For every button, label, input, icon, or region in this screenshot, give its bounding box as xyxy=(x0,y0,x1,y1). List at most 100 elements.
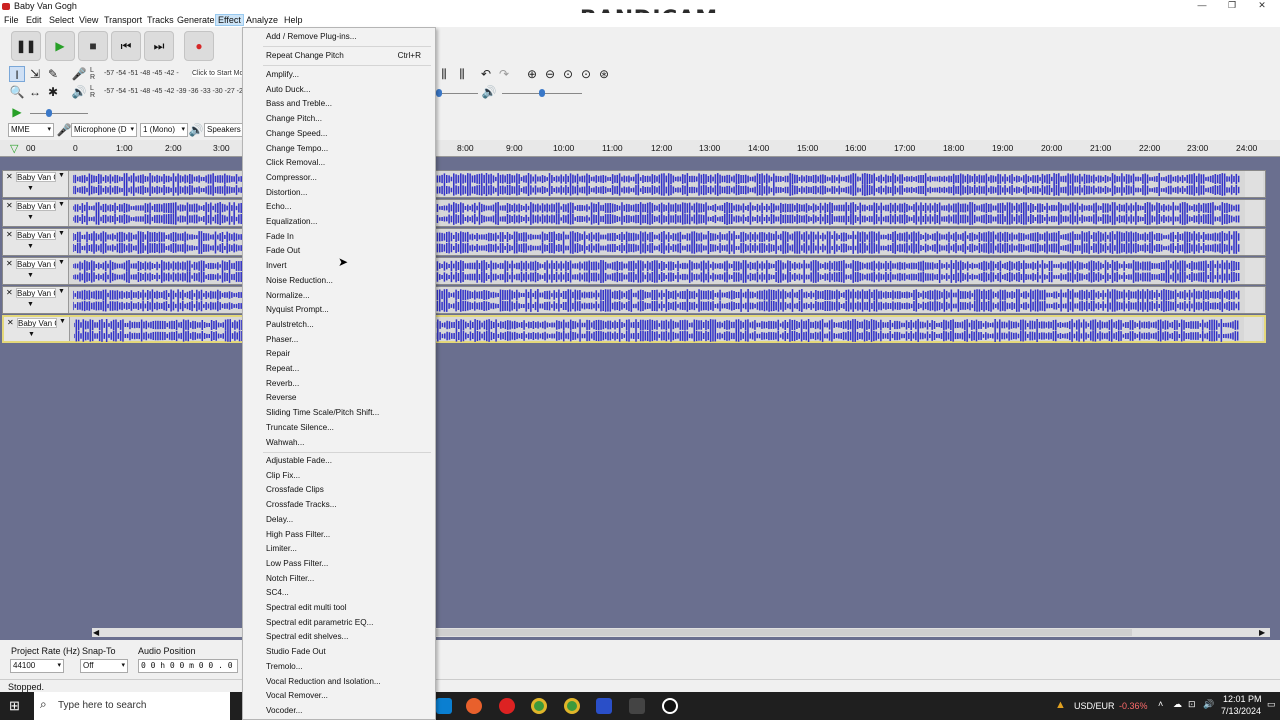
zoom-out-icon[interactable]: ⊖ xyxy=(542,66,558,82)
track-scroll[interactable] xyxy=(1245,171,1263,197)
menu-effect[interactable]: Effect xyxy=(215,14,244,26)
effect-menu-item[interactable]: Crossfade Clips xyxy=(266,485,324,494)
audacity-icon[interactable] xyxy=(596,698,612,714)
record-button[interactable]: ● xyxy=(184,31,214,61)
effect-menu-item[interactable]: Spectral edit multi tool xyxy=(266,603,347,612)
effect-menu-item[interactable]: Vocal Remover... xyxy=(266,691,328,700)
scroll-right-icon[interactable]: ▶ xyxy=(1259,628,1265,637)
effect-menu-item[interactable]: Reverse xyxy=(266,393,297,402)
track-menu-icon[interactable]: ▼ xyxy=(58,201,65,208)
speaker-icon[interactable]: 🔊 xyxy=(71,84,87,100)
audio-track[interactable]: ✕ Baby Van G ▼ ▼ xyxy=(2,228,1266,256)
chrome-icon[interactable] xyxy=(531,698,547,714)
multi-tool-icon[interactable]: ✱ xyxy=(45,84,61,100)
menu-help[interactable]: Help xyxy=(284,15,303,25)
network-icon[interactable]: ⊡ xyxy=(1188,699,1196,710)
zoom-toggle-icon[interactable]: ⊛ xyxy=(596,66,612,82)
play-button[interactable]: ▶ xyxy=(45,31,75,61)
effect-menu-item[interactable]: Bass and Treble... xyxy=(266,99,332,108)
edge-icon[interactable] xyxy=(436,698,452,714)
effect-menu-item[interactable]: Noise Reduction... xyxy=(266,276,333,285)
effect-menu-item[interactable]: Wahwah... xyxy=(266,438,304,447)
taskbar-search[interactable]: ⌕ Type here to search xyxy=(34,692,230,720)
play-speed-slider[interactable] xyxy=(30,113,88,114)
effect-menu-item[interactable]: Phaser... xyxy=(266,335,298,344)
timeshift-tool-icon[interactable]: ↔ xyxy=(27,84,43,100)
menu-item-repeat-change-pitch[interactable]: Repeat Change Pitch xyxy=(266,51,344,60)
track-menu-icon[interactable]: ▼ xyxy=(58,259,65,266)
collapse-track-icon[interactable]: ▼ xyxy=(27,301,34,308)
recording-channels-select[interactable]: 1 (Mono) ▾ xyxy=(140,123,188,137)
zoom-in-icon[interactable]: ⊕ xyxy=(524,66,540,82)
track-menu-icon[interactable]: ▼ xyxy=(58,172,65,179)
currency-pair[interactable]: USD/EUR xyxy=(1074,701,1115,711)
track-menu-icon[interactable]: ▼ xyxy=(58,288,65,295)
track-menu-icon[interactable]: ▼ xyxy=(58,230,65,237)
effect-menu-item[interactable]: Paulstretch... xyxy=(266,320,314,329)
selection-tool-icon[interactable]: I xyxy=(9,66,25,82)
track-menu-icon[interactable]: ▼ xyxy=(59,318,66,325)
effect-menu-item[interactable]: Spectral edit parametric EQ... xyxy=(266,618,373,627)
track-name-button[interactable]: Baby Van G xyxy=(16,259,56,269)
tray-expand-icon[interactable]: ˄ xyxy=(1158,699,1163,709)
fit-project-icon[interactable]: ⊙ xyxy=(578,66,594,82)
audio-track[interactable]: ✕ Baby Van G ▼ ▼ xyxy=(2,170,1266,198)
track-scroll[interactable] xyxy=(1245,229,1263,255)
track-name-button[interactable]: Baby Van G xyxy=(17,318,57,328)
track-scroll[interactable] xyxy=(1244,317,1262,341)
effect-menu-item[interactable]: Sliding Time Scale/Pitch Shift... xyxy=(266,408,379,417)
collapse-track-icon[interactable]: ▼ xyxy=(27,243,34,250)
effect-menu-item[interactable]: Delay... xyxy=(266,515,293,524)
trim-icon[interactable]: ⫼ xyxy=(436,66,452,82)
close-track-icon[interactable]: ✕ xyxy=(6,259,13,268)
onedrive-icon[interactable]: ☁ xyxy=(1173,699,1182,710)
track-name-button[interactable]: Baby Van G xyxy=(16,172,56,182)
effect-menu-item[interactable]: Repair xyxy=(266,349,290,358)
skip-end-button[interactable]: ⏭ xyxy=(144,31,174,61)
menu-file[interactable]: File xyxy=(4,15,19,25)
effect-menu-item[interactable]: Auto Duck... xyxy=(266,85,311,94)
close-icon[interactable]: ✕ xyxy=(1247,0,1277,13)
collapse-track-icon[interactable]: ▼ xyxy=(27,185,34,192)
chrome-profile-icon[interactable] xyxy=(564,698,580,714)
timeline-ruler[interactable]: ▽ 00 0 1:00 2:00 3:00 8:00 9:00 10:00 11… xyxy=(0,140,1280,157)
draw-tool-icon[interactable]: ✎ xyxy=(45,66,61,82)
maximize-icon[interactable]: ❐ xyxy=(1217,0,1247,13)
effect-menu-item[interactable]: Amplify... xyxy=(266,70,299,79)
skip-start-button[interactable]: ⏮ xyxy=(111,31,141,61)
collapse-track-icon[interactable]: ▼ xyxy=(28,331,35,338)
effect-menu-item[interactable]: Crossfade Tracks... xyxy=(266,500,337,509)
effect-menu-item[interactable]: Limiter... xyxy=(266,544,297,553)
effect-menu-item[interactable]: Adjustable Fade... xyxy=(266,456,332,465)
effect-menu-item[interactable]: Notch Filter... xyxy=(266,574,314,583)
clock-time[interactable]: 12:01 PM xyxy=(1223,694,1262,704)
close-track-icon[interactable]: ✕ xyxy=(6,288,13,297)
fit-selection-icon[interactable]: ⊙ xyxy=(560,66,576,82)
effect-menu-item[interactable]: Change Tempo... xyxy=(266,144,328,153)
playback-device-select[interactable]: Speakers ( xyxy=(204,123,244,137)
opera-icon[interactable] xyxy=(499,698,515,714)
effect-menu-item[interactable]: Echo... xyxy=(266,202,292,211)
audio-track[interactable]: ✕ Baby Van G ▼ ▼ xyxy=(2,199,1266,227)
effect-menu-item[interactable]: Equalization... xyxy=(266,217,317,226)
close-track-icon[interactable]: ✕ xyxy=(6,172,13,181)
effect-menu-item[interactable]: High Pass Filter... xyxy=(266,530,330,539)
effect-menu-item[interactable]: Low Pass Filter... xyxy=(266,559,328,568)
effect-menu-item[interactable]: Fade Out xyxy=(266,246,300,255)
effect-menu-item[interactable]: Change Pitch... xyxy=(266,114,322,123)
play-head-icon[interactable]: ▽ xyxy=(10,142,18,155)
pause-button[interactable]: ❚❚ xyxy=(11,31,41,61)
play-speed-thumb[interactable] xyxy=(46,109,52,117)
play-at-speed-icon[interactable]: ▶ xyxy=(9,104,25,120)
menu-edit[interactable]: Edit xyxy=(26,15,42,25)
effect-menu-item[interactable]: Nyquist Prompt... xyxy=(266,305,329,314)
redo-icon[interactable]: ↷ xyxy=(496,66,512,82)
zoom-tool-icon[interactable]: 🔍 xyxy=(9,84,25,100)
track-scroll[interactable] xyxy=(1245,200,1263,226)
notification-icon[interactable]: ▭ xyxy=(1267,699,1276,710)
close-track-icon[interactable]: ✕ xyxy=(6,230,13,239)
snap-to-select[interactable]: Off ▾ xyxy=(80,659,128,673)
audio-position-field[interactable]: 0 0 h 0 0 m 0 0 . 0 0 0 s xyxy=(138,659,238,673)
playback-volume-thumb[interactable] xyxy=(539,89,545,97)
undo-icon[interactable]: ↶ xyxy=(478,66,494,82)
